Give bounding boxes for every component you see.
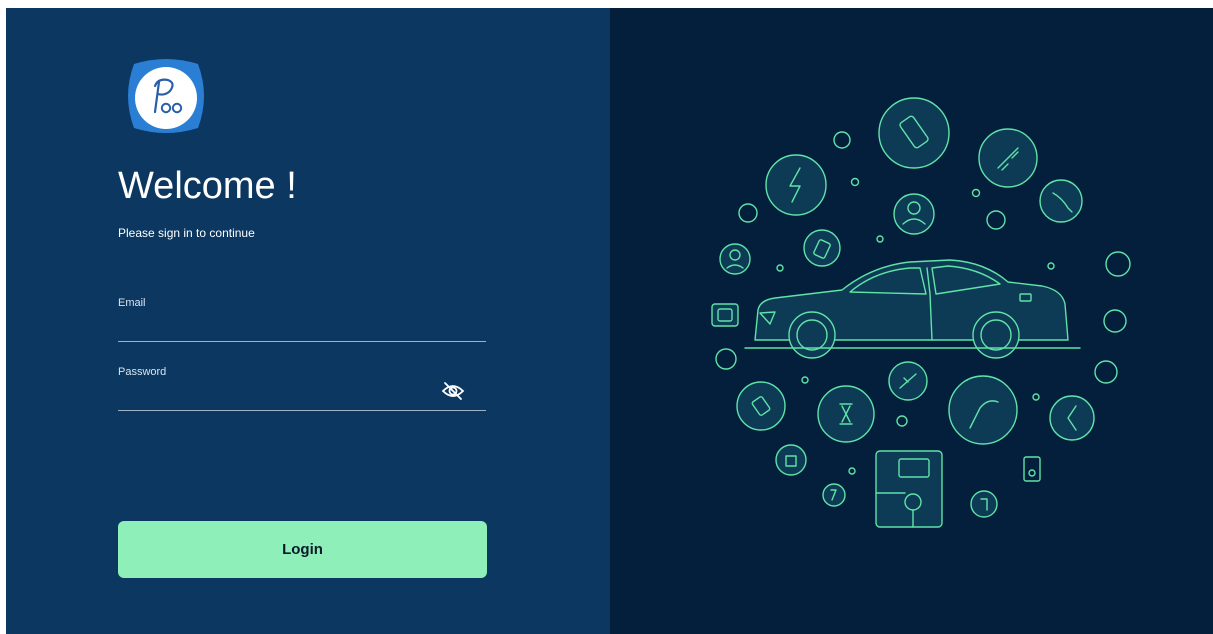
page-title: Welcome ! <box>118 165 297 207</box>
password-field[interactable] <box>118 385 486 411</box>
eye-slash-icon[interactable] <box>440 380 466 402</box>
brand-logo <box>128 59 204 133</box>
app-frame: Welcome ! Please sign in to continue Ema… <box>6 8 1213 634</box>
ev-charging-illustration <box>711 97 1131 528</box>
password-label: Password <box>118 366 167 378</box>
page-subtitle: Please sign in to continue <box>118 226 255 240</box>
email-label: Email <box>118 297 146 309</box>
login-button[interactable]: Login <box>118 521 487 578</box>
illustration-panel <box>610 8 1213 634</box>
email-field[interactable] <box>118 316 486 342</box>
login-panel: Welcome ! Please sign in to continue Ema… <box>6 8 610 634</box>
